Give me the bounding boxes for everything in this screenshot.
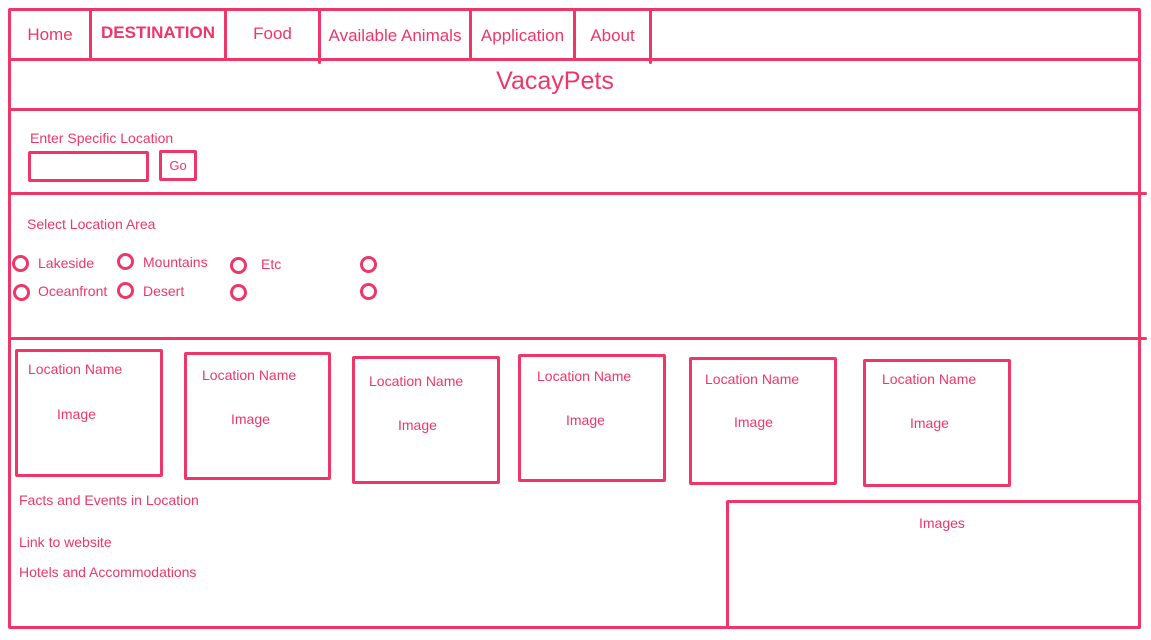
location-name: Location Name xyxy=(705,371,800,387)
radio-label-mountains: Mountains xyxy=(143,254,208,270)
radio-lakeside[interactable] xyxy=(12,255,29,272)
section-divider xyxy=(8,337,1147,340)
location-image-placeholder: Image xyxy=(57,406,96,422)
nav-item-destination[interactable]: DESTINATION xyxy=(92,10,224,60)
location-name: Location Name xyxy=(369,373,464,389)
location-card[interactable]: Location Name Image xyxy=(689,357,837,485)
section-divider xyxy=(8,58,1141,61)
nav-item-about[interactable]: About xyxy=(576,10,649,60)
images-panel-label: Images xyxy=(919,515,965,531)
radio-option-4[interactable] xyxy=(360,256,377,273)
location-name: Location Name xyxy=(202,367,297,383)
radio-label-lakeside: Lakeside xyxy=(38,255,95,271)
radio-option-8[interactable] xyxy=(360,283,377,300)
location-image-placeholder: Image xyxy=(910,415,949,431)
section-divider xyxy=(8,108,1141,111)
hotels-accommodations-text: Hotels and Accommodations xyxy=(19,564,197,580)
location-card[interactable]: Location Name Image xyxy=(15,349,163,477)
radio-mountains[interactable] xyxy=(117,253,134,270)
radio-label-desert: Desert xyxy=(143,283,185,299)
location-name: Location Name xyxy=(882,371,977,387)
go-button[interactable]: Go xyxy=(159,150,197,181)
location-name: Location Name xyxy=(537,368,632,384)
search-label: Enter Specific Location xyxy=(30,130,174,146)
nav-item-food[interactable]: Food xyxy=(227,10,318,60)
location-search-input[interactable] xyxy=(28,151,149,182)
images-panel: Images xyxy=(726,500,1141,629)
location-image-placeholder: Image xyxy=(398,417,437,433)
nav-item-application[interactable]: Application xyxy=(472,10,573,60)
website-link[interactable]: Link to website xyxy=(19,534,112,550)
radio-oceanfront[interactable] xyxy=(13,284,30,301)
location-card[interactable]: Location Name Image xyxy=(863,359,1011,487)
location-card[interactable]: Location Name Image xyxy=(184,352,331,480)
location-name: Location Name xyxy=(28,361,123,377)
location-image-placeholder: Image xyxy=(566,412,605,428)
location-image-placeholder: Image xyxy=(734,414,773,430)
location-card[interactable]: Location Name Image xyxy=(352,356,500,484)
page-title: VacayPets xyxy=(496,67,614,95)
nav-divider xyxy=(649,10,652,64)
radio-label-oceanfront: Oceanfront xyxy=(38,283,108,299)
section-divider xyxy=(8,192,1147,195)
nav-item-available-animals[interactable]: Available Animals xyxy=(321,10,469,60)
nav-item-home[interactable]: Home xyxy=(11,10,89,60)
location-image-placeholder: Image xyxy=(231,411,270,427)
facts-events-text: Facts and Events in Location xyxy=(19,492,199,508)
radio-option-7[interactable] xyxy=(230,284,247,301)
radio-label-etc: Etc xyxy=(261,256,282,272)
radio-etc[interactable] xyxy=(230,257,247,274)
radio-desert[interactable] xyxy=(117,282,134,299)
area-filter-label: Select Location Area xyxy=(27,216,156,232)
location-card[interactable]: Location Name Image xyxy=(518,354,666,482)
